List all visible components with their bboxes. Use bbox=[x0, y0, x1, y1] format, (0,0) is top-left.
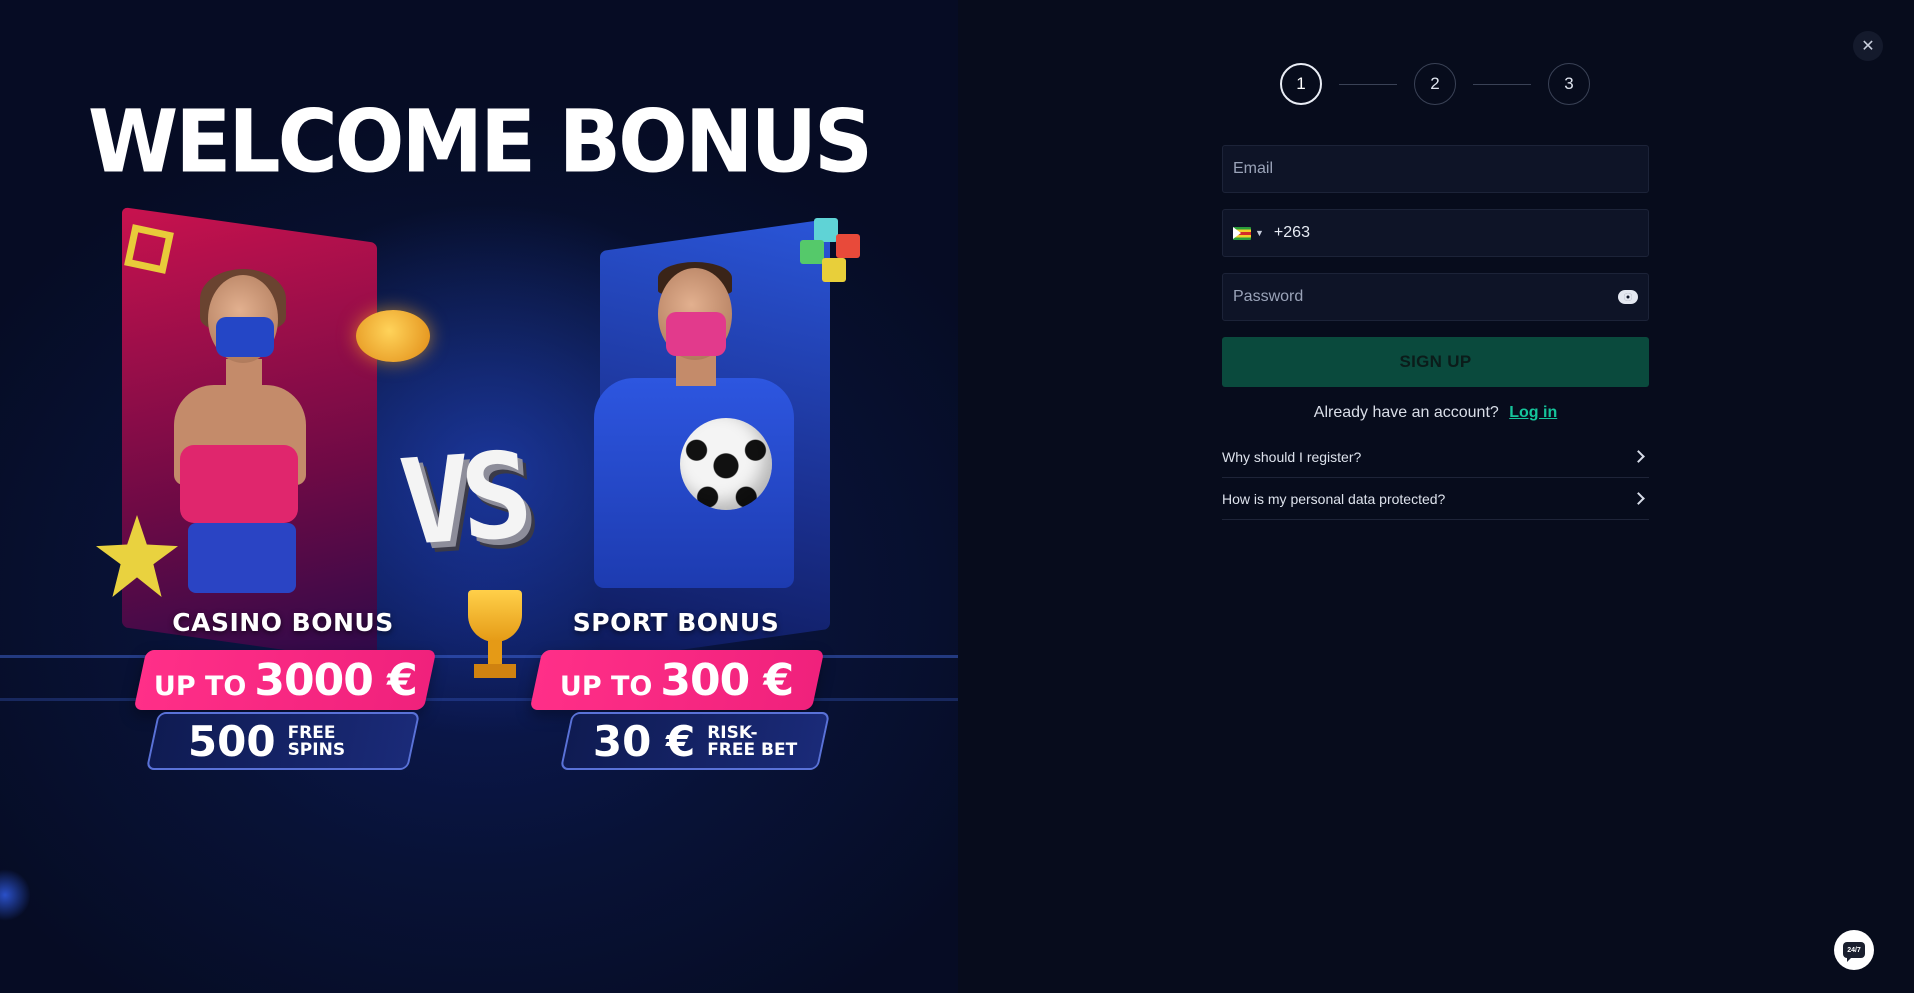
casino-bonus-label: CASINO BONUS bbox=[172, 608, 394, 637]
close-icon: ✕ bbox=[1861, 38, 1875, 55]
registration-stepper: 1 2 3 bbox=[1280, 63, 1590, 105]
log-in-link[interactable]: Log in bbox=[1509, 404, 1557, 421]
trophy-icon bbox=[460, 590, 530, 686]
sport-up-to: UP TO bbox=[560, 670, 653, 702]
faq-item-data-protection[interactable]: How is my personal data protected? bbox=[1222, 478, 1649, 520]
decorative-glow bbox=[0, 868, 30, 922]
step-1: 1 bbox=[1280, 63, 1322, 105]
risk-free-bet-amount: 30 € bbox=[592, 716, 696, 766]
email-field[interactable] bbox=[1233, 160, 1638, 178]
chat-support-icon: 24/7 bbox=[1843, 942, 1865, 962]
already-have-account-text: Already have an account? bbox=[1313, 404, 1499, 421]
step-2: 2 bbox=[1414, 63, 1456, 105]
faq-item-label: Why should I register? bbox=[1222, 448, 1362, 465]
casino-spins-ribbon: 500 FREE SPINS bbox=[145, 712, 421, 770]
login-prompt: Already have an account? Log in bbox=[1222, 404, 1649, 422]
risk-free-bet-label: RISK-FREE BET bbox=[707, 722, 798, 759]
casino-model bbox=[150, 269, 340, 605]
pixel-cubes-icon bbox=[800, 218, 870, 288]
phone-field[interactable] bbox=[1313, 224, 1638, 242]
promo-title: WELCOME BONUS bbox=[87, 92, 873, 193]
coin-icon bbox=[356, 310, 430, 362]
faq-list: Why should I register? How is my persona… bbox=[1222, 436, 1649, 520]
sport-amount-ribbon: UP TO 300 € bbox=[529, 650, 825, 710]
free-spins-label: FREE SPINS bbox=[287, 722, 346, 759]
password-field[interactable] bbox=[1233, 288, 1618, 306]
chevron-right-icon bbox=[1632, 450, 1645, 463]
casino-amount-ribbon: UP TO 3000 € bbox=[133, 650, 437, 710]
zimbabwe-flag-icon[interactable] bbox=[1233, 226, 1251, 240]
soccer-ball-icon bbox=[680, 418, 772, 510]
email-field-wrapper bbox=[1222, 145, 1649, 193]
step-connector bbox=[1473, 83, 1531, 85]
free-spins-count: 500 bbox=[188, 716, 276, 766]
vs-graphic: VS bbox=[395, 425, 527, 573]
signup-form: ▼ +263 SIGN UP Already have an account? … bbox=[1222, 145, 1649, 520]
close-button[interactable]: ✕ bbox=[1853, 31, 1883, 61]
pixel-square-icon bbox=[124, 224, 174, 274]
phone-field-wrapper: ▼ +263 bbox=[1222, 209, 1649, 257]
welcome-bonus-banner: WELCOME BONUS VS CASINO BONUS UP TO 3000… bbox=[0, 0, 958, 993]
sport-model bbox=[580, 262, 810, 608]
step-connector bbox=[1339, 83, 1397, 85]
password-field-wrapper bbox=[1222, 273, 1649, 321]
mask-icon bbox=[666, 312, 726, 356]
casino-amount: 3000 € bbox=[254, 654, 417, 706]
faq-item-label: How is my personal data protected? bbox=[1222, 490, 1446, 507]
sport-bet-ribbon: 30 € RISK-FREE BET bbox=[559, 712, 831, 770]
sign-up-button[interactable]: SIGN UP bbox=[1222, 337, 1649, 387]
casino-up-to: UP TO bbox=[153, 670, 247, 702]
sport-amount: 300 € bbox=[660, 654, 794, 706]
sport-bonus-label: SPORT BONUS bbox=[572, 608, 780, 637]
live-chat-button[interactable]: 24/7 bbox=[1834, 930, 1874, 970]
phone-country-code: +263 bbox=[1273, 224, 1310, 241]
mask-icon bbox=[216, 317, 274, 357]
faq-item-why-register[interactable]: Why should I register? bbox=[1222, 436, 1649, 478]
chevron-down-icon[interactable]: ▼ bbox=[1255, 228, 1264, 238]
step-3: 3 bbox=[1548, 63, 1590, 105]
chevron-right-icon bbox=[1632, 492, 1645, 505]
eye-icon[interactable] bbox=[1618, 290, 1638, 304]
